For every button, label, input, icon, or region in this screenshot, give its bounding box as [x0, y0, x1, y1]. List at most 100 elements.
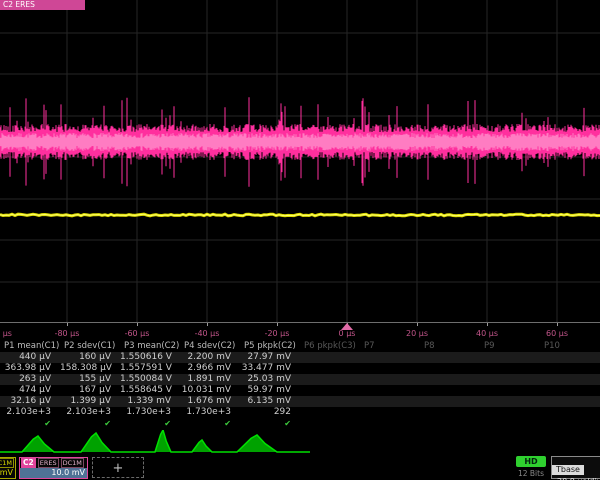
measure-column-header[interactable]: P10	[540, 340, 600, 352]
measure-value-cell: 1.557591 V	[120, 363, 180, 374]
measure-stat-row: 474 µV167 µV1.558645 V10.031 mV59.97 mV	[0, 385, 600, 396]
time-axis-label: 20 µs	[406, 329, 428, 338]
measure-value-cell	[540, 396, 600, 407]
time-axis-label: 0 µs	[339, 329, 356, 338]
measure-status-check	[540, 418, 600, 429]
measure-column-header[interactable]: P1 mean(C1)	[0, 340, 60, 352]
measure-stat-row: 363.98 µV158.308 µV1.557591 V2.966 mV33.…	[0, 363, 600, 374]
hd-bits-label: 12 Bits	[510, 469, 552, 478]
measure-value-cell	[420, 363, 480, 374]
measure-value-cell: 27.97 mV	[240, 352, 300, 363]
measure-value-cell: 1.730e+3	[180, 407, 240, 418]
axis-tick	[557, 323, 558, 326]
measurement-table: P1 mean(C1)P2 sdev(C1)P3 mean(C2)P4 sdev…	[0, 340, 600, 430]
measure-status-check: ✔	[60, 418, 120, 429]
oscilloscope-screen: C2 ERES -100 µs-80 µs-60 µs-40 µs-20 µs0…	[0, 0, 600, 480]
histogram-trace	[0, 430, 310, 452]
measure-stat-row: 32.16 µV1.399 µV1.339 mV1.676 mV6.135 mV	[0, 396, 600, 407]
channel-c1-descriptor[interactable]: DC1M 10.0 mV	[0, 457, 16, 479]
time-axis-label: 60 µs	[546, 329, 568, 338]
axis-tick	[137, 323, 138, 326]
measure-value-cell	[480, 396, 540, 407]
measure-value-cell	[420, 396, 480, 407]
measure-value-cell	[480, 374, 540, 385]
c2-descriptor-tags: C2 ERES DC1M	[20, 458, 87, 468]
timebase-descriptor[interactable]: Tbase 20.0 µs/div	[551, 456, 600, 479]
time-axis: -100 µs-80 µs-60 µs-40 µs-20 µs0 µs20 µs…	[0, 322, 600, 340]
measure-value-cell: 160 µV	[60, 352, 120, 363]
time-axis-label: -20 µs	[265, 329, 290, 338]
measure-status-check	[480, 418, 540, 429]
tbase-label: Tbase	[552, 465, 584, 475]
measure-status-check: ✔	[120, 418, 180, 429]
measure-value-cell: 6.135 mV	[240, 396, 300, 407]
measure-value-cell: 2.200 mV	[180, 352, 240, 363]
measure-value-cell: 2.966 mV	[180, 363, 240, 374]
waveform-plot-area: C2 ERES	[0, 0, 600, 322]
measure-value-cell	[480, 385, 540, 396]
waveform-layer	[0, 0, 600, 322]
measure-value-cell	[480, 407, 540, 418]
measure-value-cell	[540, 385, 600, 396]
measure-value-cell: 33.477 mV	[240, 363, 300, 374]
measure-column-header[interactable]: P3 mean(C2)	[120, 340, 180, 352]
measure-stat-row: 2.103e+32.103e+31.730e+31.730e+3292	[0, 407, 600, 418]
measure-value-cell: 1.730e+3	[120, 407, 180, 418]
time-axis-label: -40 µs	[195, 329, 220, 338]
measure-value-cell	[360, 352, 420, 363]
channel-c2-descriptor[interactable]: C2 ERES DC1M 10.0 mV	[19, 457, 88, 479]
axis-tick	[277, 323, 278, 326]
measure-column-header[interactable]: P6 pkpk(C3)	[300, 340, 360, 352]
measure-stat-row: 263 µV155 µV1.550084 V1.891 mV25.03 mV	[0, 374, 600, 385]
measure-value-cell: 59.97 mV	[240, 385, 300, 396]
measure-status-check	[360, 418, 420, 429]
measure-column-header[interactable]: P5 pkpk(C2)	[240, 340, 300, 352]
measure-column-header[interactable]: P2 sdev(C1)	[60, 340, 120, 352]
measure-column-header[interactable]: P8	[420, 340, 480, 352]
measure-value-cell: 25.03 mV	[240, 374, 300, 385]
measure-value-cell: 158.308 µV	[60, 363, 120, 374]
measure-value-cell: 1.891 mV	[180, 374, 240, 385]
measure-value-cell	[300, 363, 360, 374]
measure-value-cell	[540, 407, 600, 418]
measure-value-cell	[360, 374, 420, 385]
measure-value-cell: 263 µV	[0, 374, 60, 385]
measure-value-cell	[360, 363, 420, 374]
time-axis-label: 40 µs	[476, 329, 498, 338]
measure-value-cell	[300, 374, 360, 385]
trigger-position-marker[interactable]	[341, 323, 353, 330]
c2-channel-badge: C2	[21, 458, 36, 468]
time-axis-label: -60 µs	[125, 329, 150, 338]
measure-column-header[interactable]: P7	[360, 340, 420, 352]
measure-column-header[interactable]: P9	[480, 340, 540, 352]
measure-value-cell	[480, 352, 540, 363]
measure-value-cell: 2.103e+3	[60, 407, 120, 418]
measure-value-cell	[540, 374, 600, 385]
tbase-scale-value: 20.0 µs/div	[552, 476, 600, 480]
measure-value-cell: 1.550084 V	[120, 374, 180, 385]
measure-value-cell: 474 µV	[0, 385, 60, 396]
measure-value-cell	[540, 363, 600, 374]
axis-tick	[487, 323, 488, 326]
trace-annotation-label: C2 ERES	[0, 0, 85, 10]
hd-mode-badge[interactable]: HD	[516, 456, 546, 467]
measure-value-cell	[360, 385, 420, 396]
measure-value-cell: 363.98 µV	[0, 363, 60, 374]
measure-status-check: ✔	[180, 418, 240, 429]
measure-header-row: P1 mean(C1)P2 sdev(C1)P3 mean(C2)P4 sdev…	[0, 340, 600, 352]
measure-value-cell	[300, 385, 360, 396]
measure-value-cell	[420, 407, 480, 418]
c2-coupling-tag: DC1M	[61, 458, 84, 468]
axis-tick	[417, 323, 418, 326]
measure-value-cell	[360, 396, 420, 407]
c2-scale-value: 10.0 mV	[20, 468, 87, 478]
measure-value-cell	[300, 396, 360, 407]
measure-value-cell	[420, 374, 480, 385]
c1-coupling-tag: DC1M	[0, 458, 14, 468]
measure-value-cell	[480, 363, 540, 374]
measure-value-cell: 1.399 µV	[60, 396, 120, 407]
measure-column-header[interactable]: P4 sdev(C2)	[180, 340, 240, 352]
measure-value-cell: 10.031 mV	[180, 385, 240, 396]
measure-status-check	[420, 418, 480, 429]
add-trace-button[interactable]: +	[92, 457, 144, 478]
